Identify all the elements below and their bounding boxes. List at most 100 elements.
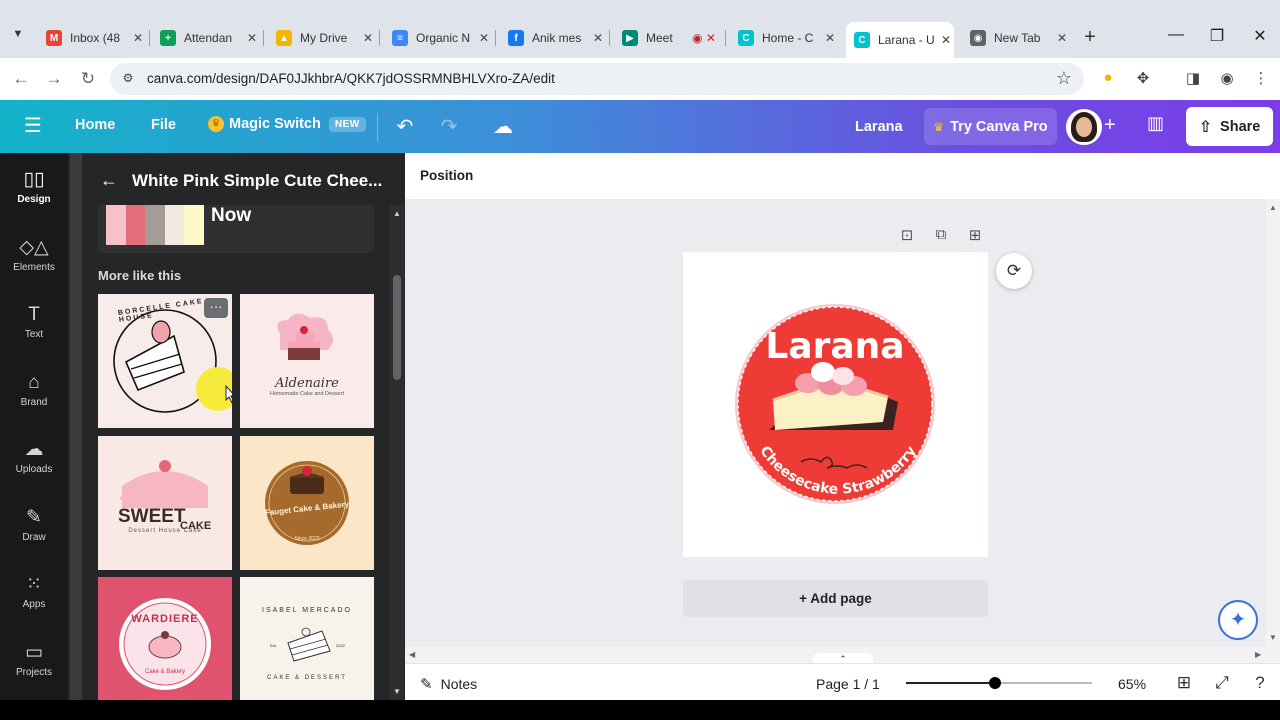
tab-favicon-icon: ◉: [970, 30, 986, 46]
back-icon[interactable]: ←: [9, 67, 33, 91]
rail-item-brand[interactable]: ⌂ Brand: [0, 372, 68, 408]
browser-tab[interactable]: M Inbox (48 ✕: [38, 24, 146, 52]
editor-vertical-scrollbar[interactable]: ▲ ▼: [1266, 199, 1280, 647]
scroll-down-icon[interactable]: ▼: [1269, 633, 1277, 642]
home-button[interactable]: Home: [75, 117, 115, 133]
palette-swatch[interactable]: [125, 205, 146, 245]
notes-button[interactable]: ✎ Notes: [420, 675, 477, 693]
rail-item-projects[interactable]: ▭ Projects: [0, 642, 68, 678]
browser-menu-icon[interactable]: ⋮: [1251, 69, 1271, 89]
rail-item-elements[interactable]: ◇△ Elements: [0, 237, 68, 273]
tab-close-icon[interactable]: ✕: [1054, 31, 1070, 45]
bookmark-star-icon[interactable]: ☆: [1056, 68, 1072, 89]
minimize-icon[interactable]: —: [1166, 26, 1186, 44]
palette-swatch[interactable]: [164, 205, 185, 245]
address-bar[interactable]: ⚙ canva.com/design/DAF0JJkhbrA/QKK7jdOSS…: [110, 63, 1084, 95]
browser-tab[interactable]: ▶ Meet ◉ ✕: [614, 24, 722, 52]
extensions-puzzle-icon[interactable]: ✥: [1133, 69, 1153, 89]
tab-label: Anik mes: [532, 31, 582, 45]
browser-tab[interactable]: ▲ My Drive ✕: [268, 24, 376, 52]
thumb-subtext: Dessert House Cake: [128, 528, 202, 534]
page-count[interactable]: Page 1 / 1: [816, 676, 880, 692]
rail-item-design[interactable]: ▯▯ Design: [0, 169, 68, 205]
browser-tab[interactable]: + Attendan ✕: [152, 24, 260, 52]
file-menu-button[interactable]: File: [151, 117, 176, 133]
profile-avatar-icon[interactable]: ◉: [1217, 69, 1237, 89]
cloud-save-icon[interactable]: ☁: [491, 114, 515, 139]
template-thumb-aldenaire[interactable]: Aldenaire Homemade Cake and Dessert: [240, 294, 374, 428]
new-tab-button[interactable]: +: [1078, 26, 1102, 50]
panel-left-scrollbar[interactable]: [70, 153, 82, 700]
insights-chart-icon[interactable]: ▥: [1147, 113, 1164, 134]
tab-close-icon[interactable]: ✕: [244, 31, 260, 45]
help-icon[interactable]: ?: [1249, 673, 1271, 693]
scroll-up-icon[interactable]: ▲: [1269, 203, 1277, 212]
reload-icon[interactable]: ↻: [76, 67, 100, 91]
tab-close-icon[interactable]: ◉ ✕: [686, 31, 722, 45]
rail-item-text[interactable]: T Text: [0, 304, 68, 340]
share-button[interactable]: ⇧ Share: [1186, 107, 1273, 146]
scroll-down-icon[interactable]: ▼: [390, 687, 404, 696]
palette-card[interactable]: Now: [98, 205, 374, 253]
add-page-icon[interactable]: ⊞: [966, 226, 984, 244]
template-thumb-fauget[interactable]: Fauget Cake & Bakery Since 2022: [240, 436, 374, 570]
template-thumb-sweet-cake[interactable]: SWEET CAKE Dessert House Cake: [98, 436, 232, 570]
site-info-icon[interactable]: ⚙: [120, 71, 136, 87]
browser-tab[interactable]: C Larana - U ✕: [846, 22, 954, 58]
browser-tab[interactable]: ≡ Organic N ✕: [384, 24, 492, 52]
tab-search-chevron-icon[interactable]: ▼: [8, 28, 28, 48]
template-thumb-wardiere[interactable]: WARDIERE Cake & Bakery: [98, 577, 232, 711]
rail-item-apps[interactable]: ⁙ Apps: [0, 574, 68, 610]
tab-close-icon[interactable]: ✕: [822, 31, 838, 45]
rail-item-uploads[interactable]: ☁ Uploads: [0, 439, 68, 475]
design-title[interactable]: Larana: [855, 119, 903, 135]
palette-swatch[interactable]: [184, 205, 204, 245]
user-avatar[interactable]: [1066, 109, 1102, 145]
template-thumb-borcelle[interactable]: BORCELLE CAKE HOUSE ···: [98, 294, 232, 428]
regenerate-icon[interactable]: ⟳: [996, 253, 1032, 289]
add-page-button[interactable]: + Add page: [683, 580, 988, 617]
redo-icon[interactable]: ↷: [437, 114, 461, 139]
forward-icon[interactable]: →: [42, 67, 66, 91]
panel-scroll-thumb[interactable]: [393, 275, 401, 380]
back-arrow-icon[interactable]: ←: [100, 170, 118, 191]
bulb-extension-icon[interactable]: ●: [1098, 69, 1118, 89]
scroll-left-icon[interactable]: ◀: [409, 650, 415, 659]
browser-tab[interactable]: f Anik mes ✕: [500, 24, 606, 52]
lock-icon[interactable]: ⊡: [898, 226, 916, 244]
larana-logo[interactable]: Larana Cheesecake Strawberry: [683, 252, 988, 557]
panel-scrollbar[interactable]: ▲ ▼: [390, 205, 404, 700]
fullscreen-icon[interactable]: ⤢: [1211, 673, 1233, 693]
zoom-percentage[interactable]: 65%: [1118, 676, 1146, 692]
palette-swatch[interactable]: [106, 205, 126, 245]
browser-tab[interactable]: ◉ New Tab ✕: [962, 24, 1070, 52]
side-panel-icon[interactable]: ◨: [1183, 69, 1203, 89]
invite-plus-icon[interactable]: +: [1104, 114, 1116, 137]
restore-icon[interactable]: ❐: [1207, 26, 1227, 46]
rail-item-label: Elements: [13, 262, 55, 273]
try-canva-pro-button[interactable]: ♛ Try Canva Pro: [924, 108, 1057, 145]
undo-icon[interactable]: ↶: [393, 114, 417, 139]
hamburger-menu-icon[interactable]: ☰: [24, 116, 44, 136]
tab-close-icon[interactable]: ✕: [938, 33, 954, 47]
color-swatches[interactable]: [106, 205, 204, 245]
tab-close-icon[interactable]: ✕: [360, 31, 376, 45]
duplicate-page-icon[interactable]: ⧉: [932, 226, 950, 243]
rail-item-draw[interactable]: ✎ Draw: [0, 507, 68, 543]
palette-swatch[interactable]: [145, 205, 165, 245]
scroll-right-icon[interactable]: ▶: [1255, 650, 1261, 659]
grid-view-icon[interactable]: ⊞: [1173, 673, 1195, 693]
scroll-up-icon[interactable]: ▲: [390, 209, 404, 218]
magic-assistant-icon[interactable]: ✦: [1218, 600, 1258, 640]
more-options-icon[interactable]: ···: [204, 298, 228, 318]
url-text[interactable]: canva.com/design/DAF0JJkhbrA/QKK7jdOSSRM…: [147, 71, 555, 86]
position-button[interactable]: Position: [420, 168, 473, 183]
close-window-icon[interactable]: ✕: [1250, 26, 1270, 46]
magic-switch-button[interactable]: ♛ Magic Switch NEW: [208, 116, 366, 132]
tab-close-icon[interactable]: ✕: [130, 31, 146, 45]
template-thumb-isabel-mercado[interactable]: ISABEL MERCADO CAKE & DESSERT Est. 2022: [240, 577, 374, 711]
browser-tab[interactable]: C Home - C ✕: [730, 24, 838, 52]
design-page[interactable]: Larana Cheesecake Strawberry: [683, 252, 988, 557]
tab-close-icon[interactable]: ✕: [590, 31, 606, 45]
tab-close-icon[interactable]: ✕: [476, 31, 492, 45]
